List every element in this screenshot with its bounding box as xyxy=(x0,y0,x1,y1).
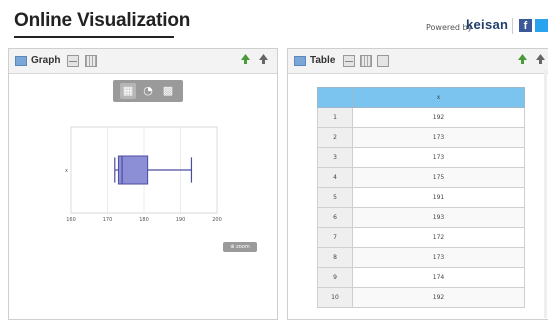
table-row[interactable]: 6 193 xyxy=(317,207,525,228)
data-table: x 1 192 2 173 3 173 4 175 5 191 6 193 7 172 8 173 9 174 10… xyxy=(317,87,525,308)
category-label: x xyxy=(65,168,68,174)
row-number-cell: 3 xyxy=(317,147,353,168)
row-number-cell: 4 xyxy=(317,167,353,188)
boxplot-chart: 160 170 180 190 200 x xyxy=(65,126,222,223)
x-tick-label: 180 xyxy=(139,217,149,223)
value-cell[interactable]: 173 xyxy=(352,127,525,148)
table-body: 1 192 2 173 3 173 4 175 5 191 6 193 7 172 8 173 9 174 10 19… xyxy=(317,107,525,308)
x-tick-label: 170 xyxy=(103,217,113,223)
brand-logo[interactable]: keisan xyxy=(466,17,508,32)
header-bar: Online Visualization Powered by keisan f xyxy=(0,0,548,44)
value-cell[interactable]: 174 xyxy=(352,267,525,288)
x-tick-label: 190 xyxy=(176,217,186,223)
table-row[interactable]: 9 174 xyxy=(317,267,525,288)
table-panel-title: Table xyxy=(310,55,336,66)
facebook-icon[interactable]: f xyxy=(519,19,532,32)
vertical-scrollbar[interactable] xyxy=(544,70,547,318)
table-panel: Table x 1 192 2 173 3 173 4 175 5 191 6 193 7 172 8 173… xyxy=(287,48,548,320)
table-row[interactable]: 5 191 xyxy=(317,187,525,208)
value-cell[interactable]: 172 xyxy=(352,227,525,248)
value-cell[interactable]: 192 xyxy=(352,287,525,308)
row-number-cell: 9 xyxy=(317,267,353,288)
row-number-cell: 6 xyxy=(317,207,353,228)
value-cell[interactable]: 191 xyxy=(352,187,525,208)
table-row[interactable]: 1 192 xyxy=(317,107,525,128)
box-iqr xyxy=(117,155,149,185)
column-header-x[interactable]: x xyxy=(352,87,525,108)
row-number-cell: 10 xyxy=(317,287,353,308)
box-group xyxy=(114,155,193,185)
graph-panel: Graph ▦ ◔ ▩ 160 170 180 190 200 x ⊕ zoom xyxy=(8,48,278,320)
table-row[interactable]: 4 175 xyxy=(317,167,525,188)
settings-icon[interactable] xyxy=(536,54,545,66)
x-tick-labels: 160 170 180 190 200 xyxy=(66,217,222,223)
value-cell[interactable]: 193 xyxy=(352,207,525,228)
value-cell[interactable]: 192 xyxy=(352,107,525,128)
zoom-button[interactable]: ⊕ zoom xyxy=(223,242,257,252)
table-panel-icon xyxy=(294,56,306,66)
grid-icon[interactable] xyxy=(360,55,372,67)
list-icon[interactable] xyxy=(377,55,389,67)
data-table-wrapper: x 1 192 2 173 3 173 4 175 5 191 6 193 7 172 8 173 9 174 10… xyxy=(317,87,525,308)
row-number-cell: 5 xyxy=(317,187,353,208)
table-row[interactable]: 10 192 xyxy=(317,287,525,308)
title-underline xyxy=(14,36,174,38)
table-row[interactable]: 8 173 xyxy=(317,247,525,268)
value-cell[interactable]: 173 xyxy=(352,247,525,268)
table-row[interactable]: 7 172 xyxy=(317,227,525,248)
x-tick-label: 200 xyxy=(212,217,222,223)
table-header-row: x xyxy=(317,87,525,108)
table-row[interactable]: 2 173 xyxy=(317,127,525,148)
value-cell[interactable]: 173 xyxy=(352,147,525,168)
row-number-cell: 2 xyxy=(317,127,353,148)
header-divider xyxy=(512,18,513,34)
twitter-icon[interactable] xyxy=(535,19,548,32)
table-row[interactable]: 3 173 xyxy=(317,147,525,168)
table-panel-header: Table xyxy=(288,49,548,74)
row-number-cell: 8 xyxy=(317,247,353,268)
page-title: Online Visualization xyxy=(14,10,191,31)
x-tick-label: 160 xyxy=(66,217,76,223)
row-number-header xyxy=(317,87,353,108)
row-number-cell: 7 xyxy=(317,227,353,248)
upload-icon[interactable] xyxy=(518,54,527,66)
mail-icon[interactable] xyxy=(343,55,355,67)
row-number-cell: 1 xyxy=(317,107,353,128)
value-cell[interactable]: 175 xyxy=(352,167,525,188)
